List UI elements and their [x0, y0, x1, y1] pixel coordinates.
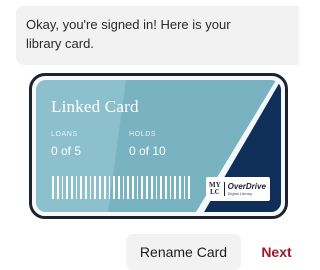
holds-value: 0 of 10	[129, 144, 166, 158]
overdrive-library-logo: MY LC OverDrive Digital Library	[206, 177, 270, 201]
overdrive-brand: OverDrive	[227, 182, 266, 191]
barcode	[52, 176, 193, 199]
message-line-1: Okay, you're signed in! Here is your	[26, 17, 231, 32]
loans-value: 0 of 5	[51, 144, 82, 158]
rename-card-button[interactable]: Rename Card	[126, 234, 241, 270]
loans-label: LOANS	[51, 131, 78, 138]
message-line-2: library card.	[26, 36, 94, 51]
library-card-frame: Linked Card LOANS 0 of 5 HOLDS 0 of 10 M…	[29, 73, 288, 219]
next-button[interactable]: Next	[250, 234, 303, 270]
holds-label: HOLDS	[129, 131, 157, 138]
digital-library-label: Digital Library	[227, 191, 253, 196]
mylc-logo: MY LC	[209, 182, 225, 196]
library-card: Linked Card LOANS 0 of 5 HOLDS 0 of 10 M…	[36, 80, 281, 212]
card-title: Linked Card	[51, 97, 139, 116]
chat-message-bubble: Okay, you're signed in! Here is your lib…	[16, 6, 299, 65]
